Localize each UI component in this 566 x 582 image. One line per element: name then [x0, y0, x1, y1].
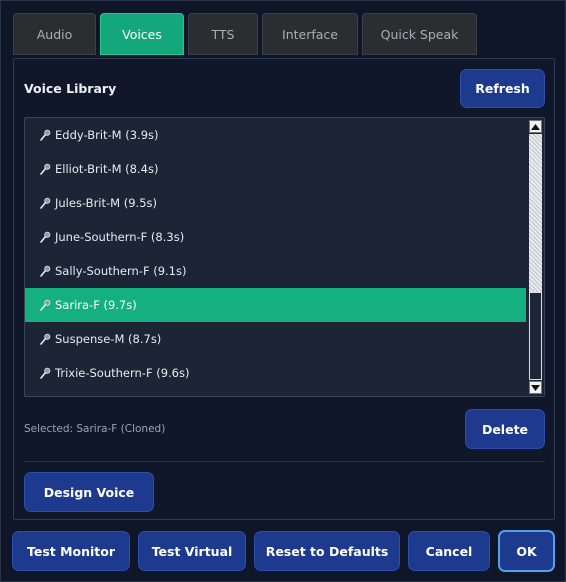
tab-tts[interactable]: TTS [188, 13, 258, 55]
test-virtual-button[interactable]: Test Virtual [138, 531, 246, 571]
voice-item-label: Sally-Southern-F (9.1s) [55, 264, 187, 278]
voices-panel: Voice Library Refresh Eddy-Brit-M (3.9s)… [13, 58, 555, 520]
selected-voice-label: Selected: Sarira-F (Cloned) [24, 423, 166, 435]
voice-item-label: Sarira-F (9.7s) [55, 298, 137, 312]
voice-list-item[interactable]: Elliot-Brit-M (8.4s) [25, 152, 528, 186]
scroll-down-arrow-icon[interactable] [529, 381, 542, 394]
voice-item-label: Elliot-Brit-M (8.4s) [55, 162, 159, 176]
scrollbar-track[interactable] [529, 134, 542, 292]
microphone-icon [39, 197, 51, 209]
cancel-button[interactable]: Cancel [408, 531, 490, 571]
voice-list[interactable]: Eddy-Brit-M (3.9s) Elliot-Brit-M (8.4s) Ju… [24, 117, 545, 397]
tab-bar: Audio Voices TTS Interface Quick Speak [13, 13, 477, 55]
voice-list-scrollbar[interactable] [526, 118, 544, 396]
voice-item-label: Trixie-Southern-F (9.6s) [55, 366, 190, 380]
microphone-icon [39, 265, 51, 277]
microphone-icon [39, 163, 51, 175]
footer-bar: Test Monitor Test Virtual Reset to Defau… [1, 530, 566, 572]
voice-item-label: Suspense-M (8.7s) [55, 332, 162, 346]
voice-list-item[interactable]: Suspense-M (8.7s) [25, 322, 528, 356]
voice-list-item[interactable]: Trixie-Southern-F (9.6s) [25, 356, 528, 390]
voice-list-item[interactable]: Sarira-F (9.7s) [25, 288, 528, 322]
scroll-up-arrow-icon[interactable] [529, 120, 542, 133]
refresh-button[interactable]: Refresh [460, 69, 545, 108]
reset-to-defaults-button[interactable]: Reset to Defaults [254, 531, 400, 571]
voice-item-label: Eddy-Brit-M (3.9s) [55, 128, 159, 142]
microphone-icon [39, 231, 51, 243]
tab-voices[interactable]: Voices [100, 13, 184, 55]
voice-list-item[interactable]: Jules-Brit-M (9.5s) [25, 186, 528, 220]
microphone-icon [39, 129, 51, 141]
voice-item-label: Jules-Brit-M (9.5s) [55, 196, 157, 210]
delete-button[interactable]: Delete [465, 409, 545, 449]
ok-button[interactable]: OK [498, 530, 555, 572]
voice-list-item[interactable]: June-Southern-F (8.3s) [25, 220, 528, 254]
microphone-icon [39, 299, 51, 311]
voice-item-label: June-Southern-F (8.3s) [55, 230, 185, 244]
tab-quick-speak[interactable]: Quick Speak [362, 13, 477, 55]
test-monitor-button[interactable]: Test Monitor [12, 531, 130, 571]
tab-interface[interactable]: Interface [262, 13, 358, 55]
settings-window: Audio Voices TTS Interface Quick Speak V… [0, 0, 566, 582]
voice-list-item[interactable]: Sally-Southern-F (9.1s) [25, 254, 528, 288]
scrollbar-thumb[interactable] [529, 292, 542, 380]
voice-list-item[interactable]: Eddy-Brit-M (3.9s) [25, 118, 528, 152]
voice-library-title: Voice Library [24, 81, 117, 96]
divider [24, 461, 545, 462]
microphone-icon [39, 333, 51, 345]
tab-audio[interactable]: Audio [13, 13, 96, 55]
design-voice-button[interactable]: Design Voice [24, 472, 154, 512]
microphone-icon [39, 367, 51, 379]
